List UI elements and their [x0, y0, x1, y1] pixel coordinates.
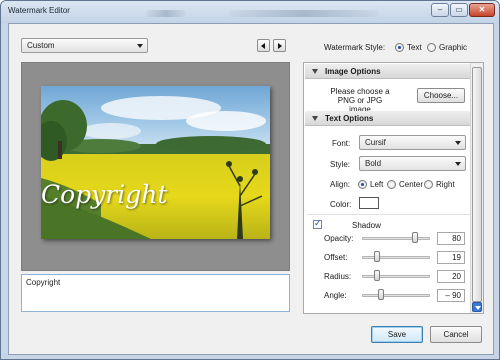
text-color-swatch[interactable]: [359, 197, 379, 209]
align-center-label[interactable]: Center: [399, 180, 423, 189]
watermark-text-input[interactable]: Copyright: [21, 274, 290, 312]
preview-photo: Copyright: [41, 86, 270, 239]
image-choose-prompt: Please choose a PNG or JPG image: [330, 87, 390, 114]
opacity-label: Opacity:: [324, 234, 354, 243]
align-right-label[interactable]: Right: [436, 180, 455, 189]
align-left-label[interactable]: Left: [370, 180, 383, 189]
angle-slider-thumb[interactable]: [377, 289, 384, 300]
radius-slider-thumb[interactable]: [374, 270, 381, 281]
text-options-title: Text Options: [325, 114, 374, 123]
style-label: Style:: [330, 160, 351, 169]
opacity-slider-thumb[interactable]: [411, 232, 418, 243]
style-graphic-radio[interactable]: [427, 43, 436, 52]
style-dropdown[interactable]: Bold: [359, 156, 466, 171]
preset-dropdown[interactable]: Custom: [21, 38, 148, 53]
preset-value: Custom: [27, 41, 55, 50]
collapse-arrow-icon: [312, 69, 318, 74]
offset-slider-thumb[interactable]: [373, 251, 380, 262]
angle-label: Angle:: [324, 291, 347, 300]
chevron-down-icon: [455, 162, 461, 166]
options-scrollbar[interactable]: [470, 63, 483, 313]
blurred-title-segment: [146, 10, 186, 17]
style-text-radio[interactable]: [395, 43, 404, 52]
shadow-label: Shadow: [352, 221, 381, 230]
offset-label: Offset:: [324, 253, 348, 262]
cancel-button[interactable]: Cancel: [430, 326, 482, 343]
opacity-value-field[interactable]: 80: [437, 232, 465, 245]
color-label: Color:: [330, 200, 352, 209]
radius-value-field[interactable]: 20: [437, 270, 465, 283]
title-bar[interactable]: Watermark Editor – ▭ ✕: [1, 1, 499, 23]
angle-slider-track[interactable]: [362, 294, 430, 297]
image-options-title: Image Options: [325, 67, 381, 76]
chevron-down-icon: [137, 44, 143, 48]
align-right-radio[interactable]: [424, 180, 433, 189]
align-label: Align:: [330, 180, 351, 189]
save-button[interactable]: Save: [371, 326, 423, 343]
style-text-label[interactable]: Text: [407, 43, 422, 52]
font-dropdown[interactable]: Cursif: [359, 135, 466, 150]
dialog-client-area: Custom Watermark Style: Text Graphic Cop…: [8, 23, 494, 355]
scroll-down-arrow-icon[interactable]: [472, 302, 482, 312]
blurred-title-segment: [229, 10, 379, 17]
text-options-header[interactable]: Text Options: [305, 111, 470, 126]
font-label: Font:: [332, 139, 351, 148]
maximize-button[interactable]: ▭: [450, 3, 468, 17]
next-button[interactable]: [273, 39, 286, 52]
divider: [307, 214, 471, 215]
font-value: Cursif: [365, 138, 386, 147]
chevron-down-icon: [455, 141, 461, 145]
scrollbar-thumb[interactable]: [472, 67, 482, 302]
landscape-image: [41, 86, 270, 239]
align-left-radio[interactable]: [358, 180, 367, 189]
align-center-radio[interactable]: [387, 180, 396, 189]
opacity-slider-track[interactable]: [362, 237, 430, 240]
watermark-editor-window: Watermark Editor – ▭ ✕ Custom Watermark …: [0, 0, 500, 360]
arrow-left-icon: [261, 43, 265, 49]
choose-image-button[interactable]: Choose...: [417, 88, 465, 103]
angle-value-field[interactable]: – 90: [437, 289, 465, 302]
minimize-button[interactable]: –: [431, 3, 449, 17]
style-value: Bold: [365, 159, 382, 168]
image-options-header[interactable]: Image Options: [305, 64, 470, 79]
collapse-arrow-icon: [312, 116, 318, 121]
options-panel: Image Options Please choose a PNG or JPG…: [303, 62, 484, 314]
offset-value-field[interactable]: 19: [437, 251, 465, 264]
arrow-right-icon: [278, 43, 282, 49]
watermark-text-overlay[interactable]: Copyright: [41, 180, 167, 209]
previous-button[interactable]: [257, 39, 270, 52]
style-graphic-label[interactable]: Graphic: [439, 43, 467, 52]
radius-slider-track[interactable]: [362, 275, 430, 278]
close-button[interactable]: ✕: [469, 3, 495, 17]
offset-slider-track[interactable]: [362, 256, 430, 259]
shadow-checkbox[interactable]: [313, 218, 322, 229]
radius-label: Radius:: [324, 272, 352, 281]
watermark-style-label: Watermark Style:: [324, 43, 386, 52]
preview-area: Copyright: [21, 62, 290, 271]
window-title: Watermark Editor: [8, 6, 70, 15]
